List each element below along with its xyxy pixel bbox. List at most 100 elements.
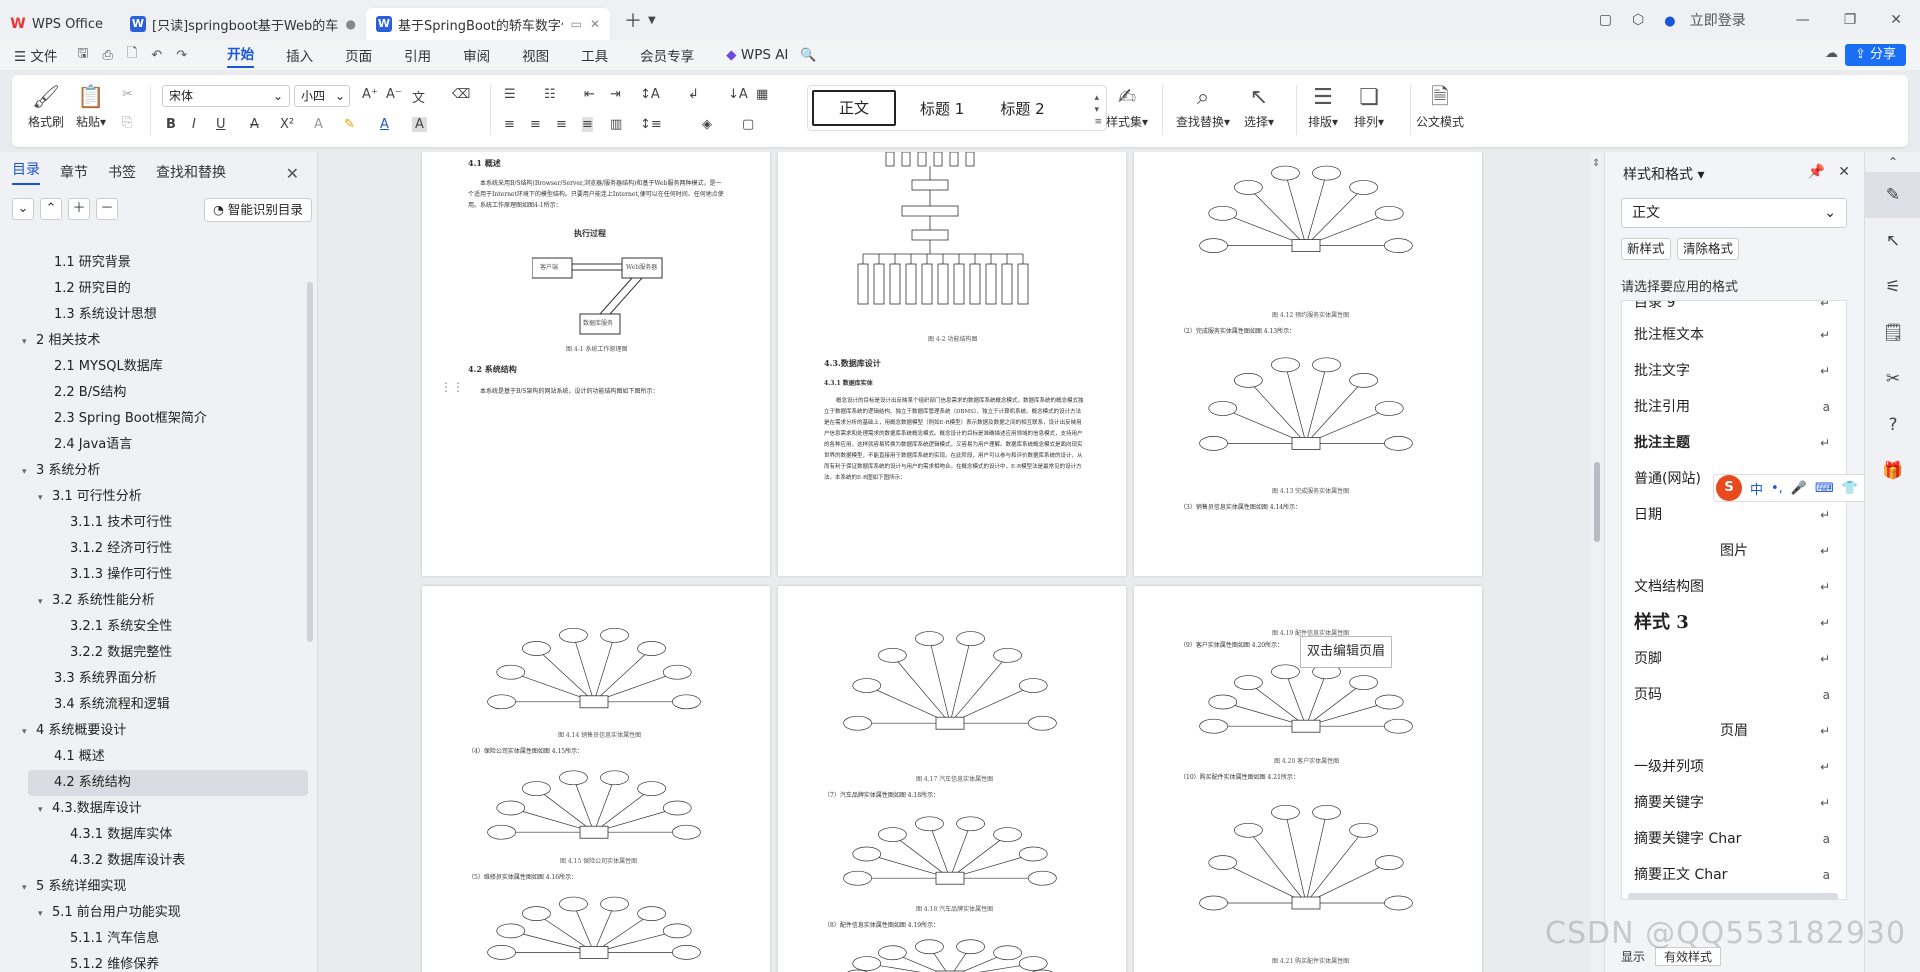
new-style-button[interactable]: 新样式 [1621,238,1671,260]
toc-item[interactable]: ▾ 5.1 前台用户功能实现 [0,900,318,926]
toc-item[interactable]: 3.4 系统流程和逻辑 [0,692,318,718]
style-item[interactable]: 一级并列项 ↵ [1622,749,1846,785]
superscript-icon[interactable]: X² [280,117,294,132]
italic-icon[interactable]: I [192,117,196,132]
style-heading-1[interactable]: 标题 1 [902,98,982,119]
font-size-select[interactable]: 小四 ⌄ [294,85,350,107]
adjust-icon[interactable]: ⚟ [1865,264,1920,310]
style-normal[interactable]: 正文 [812,90,896,126]
justify-icon[interactable]: ≡ [582,117,593,132]
wps-ai-menu[interactable]: ◆ WPS AI [726,47,788,63]
scroll-thumb[interactable] [1594,462,1600,542]
new-tab-icon[interactable]: ＋ [624,7,642,33]
bullets-icon[interactable]: ☰ [504,87,516,102]
toc-item[interactable]: 4.2 系统结构 [28,770,308,796]
style-item[interactable]: 目录 9 ↵ [1622,301,1846,317]
expand-arrow-icon[interactable]: ▾ [38,485,52,511]
distribute-icon[interactable]: ▥ [610,117,622,132]
document-page[interactable]: 图 4.12 预约服务实体属性图 （2）完成服务实体属性图如图 4.13所示： … [1134,152,1482,576]
style-item[interactable]: 图片 ↵ [1622,533,1846,569]
sogou-icon[interactable]: S [1716,475,1742,501]
text-direction-icon[interactable]: ↕A [640,87,660,102]
style-item[interactable]: 批注引用 a [1622,389,1846,425]
undo-icon[interactable]: ↶ [151,48,162,63]
minimize-icon[interactable]: — [1796,12,1810,28]
toc-item[interactable]: ▾ 4 系统概要设计 [0,718,318,744]
document-page[interactable]: 4.1 概述 本系统采用B/S结构(Browser/Server,浏览器/服务器… [422,152,770,576]
menu-review[interactable]: 审阅 [463,45,490,65]
vertical-scrollbar[interactable]: ⇕ [1590,152,1604,972]
keyboard-icon[interactable]: ⌨ [1815,481,1834,496]
toc-item[interactable]: 2.4 Java语言 [0,432,318,458]
tab-current-doc[interactable]: W 基于SpringBoot的轿车数字化 ▭ ✕ [366,8,610,40]
toc-item[interactable]: 1.3 系统设计思想 [0,302,318,328]
toc-item[interactable]: 2.1 MYSQL数据库 [0,354,318,380]
toc-item[interactable]: 4.3.2 数据库设计表 [0,848,318,874]
style-item[interactable]: 日期 ↵ [1622,497,1846,533]
header-edit-tooltip[interactable]: 双击编辑页眉 [1300,636,1392,668]
scrollbar[interactable] [307,282,313,642]
edit-doc-icon[interactable]: 🗒 [1865,310,1920,356]
eraser-icon[interactable]: ⌫ [452,87,470,102]
numbering-icon[interactable]: ☷ [544,87,556,102]
document-page[interactable]: 图 4.14 销售员信息实体属性图 （4）保险公司实体属性图如图 4.15所示：… [422,586,770,972]
style-item[interactable]: 批注框文本 ↵ [1622,317,1846,353]
style-item[interactable]: 页眉 ↵ [1622,713,1846,749]
toc-item[interactable]: ▾ 3 系统分析 [0,458,318,484]
grow-font-icon[interactable]: A⁺ [362,87,378,102]
smart-toc-button[interactable]: ◔ 智能识别目录 [204,198,312,222]
find-replace-button[interactable]: ⌕ 查找替换▾ [1176,83,1230,130]
phonetic-icon[interactable]: 文 [412,87,425,106]
style-item[interactable]: 批注主题 ↵ [1622,425,1846,461]
save-icon[interactable]: 🖫 [77,44,88,66]
document-page[interactable]: 图 4-2 功能结构图 4.3.数据库设计 4.3.1 数据库实体 概念设计的目… [778,152,1126,576]
style-item[interactable]: 摘要关键字 Char a [1622,821,1846,857]
style-item[interactable]: 正文↵ [1628,893,1838,899]
toc-item[interactable]: 4.3.1 数据库实体 [0,822,318,848]
table-icon[interactable]: ▦ [756,87,768,102]
redo-icon[interactable]: ↷ [176,48,187,63]
style-item[interactable]: 样式 3 ↵ [1622,605,1846,641]
mic-icon[interactable]: 🎤 [1791,481,1807,496]
clear-format-button[interactable]: 清除格式 [1677,238,1740,260]
sort-icon[interactable]: ↓A [728,87,748,102]
close-tab-icon[interactable]: ✕ [590,17,600,31]
style-item[interactable]: 页脚 ↵ [1622,641,1846,677]
toc-item[interactable]: ▾ 3.2 系统性能分析 [0,588,318,614]
style-item[interactable]: 摘要正文 Char a [1622,857,1846,893]
outdent-icon[interactable]: ⇤ [584,87,595,102]
expand-arrow-icon[interactable]: ▾ [22,459,36,485]
collapse-icon[interactable]: ⌄ [12,198,34,220]
arrange-button[interactable]: ❏ 排列▾ [1354,83,1384,130]
restore-icon[interactable]: ❐ [1844,12,1857,28]
toc-item[interactable]: 5.1.2 维修保养 [0,952,318,972]
tab-toc[interactable]: 目录 [12,159,40,185]
close-icon[interactable]: ✕ [1838,164,1850,180]
toc-item[interactable]: 2.2 B/S结构 [0,380,318,406]
expand-arrow-icon[interactable]: ▾ [38,797,52,823]
search-icon[interactable]: 🔍 [800,48,816,63]
login-link[interactable]: ● 立即登录 [1664,10,1755,30]
align-right-icon[interactable]: ≡ [556,117,567,132]
menu-insert[interactable]: 插入 [286,45,313,65]
style-heading-2[interactable]: 标题 2 [982,98,1062,119]
toc-item[interactable]: 2.3 Spring Boot框架简介 [0,406,318,432]
tab-wps-office[interactable]: W WPS Office [0,8,120,40]
toc-item[interactable]: 3.1.3 操作可行性 [0,562,318,588]
document-canvas[interactable]: 4.1 概述 本系统采用B/S结构(Browser/Server,浏览器/服务器… [318,152,1590,972]
print-icon[interactable]: ⎙ [102,48,112,63]
tab-dot-icon[interactable]: ● [346,17,356,31]
toc-item[interactable]: 1.1 研究背景 [0,250,318,276]
tab-readonly-doc[interactable]: W [只读]springboot基于Web的车辆 ● [120,8,366,40]
menu-vip[interactable]: 会员专享 [640,45,694,65]
highlight-icon[interactable]: ✎ [344,117,355,132]
toc-item[interactable]: 4.1 概述 [0,744,318,770]
toc-item[interactable]: ▾ 3.1 可行性分析 [0,484,318,510]
current-style-select[interactable]: 正文 ⌄ [1621,198,1847,228]
layout-button[interactable]: ☰ 排版▾ [1308,83,1338,130]
help-icon[interactable]: ? [1865,402,1920,448]
pin-icon[interactable]: 📌 [1807,164,1824,180]
cloud-icon[interactable]: ☁ [1825,46,1838,61]
shading-icon[interactable]: ◈ [702,117,712,132]
tab-bookmark[interactable]: 书签 [108,162,136,182]
